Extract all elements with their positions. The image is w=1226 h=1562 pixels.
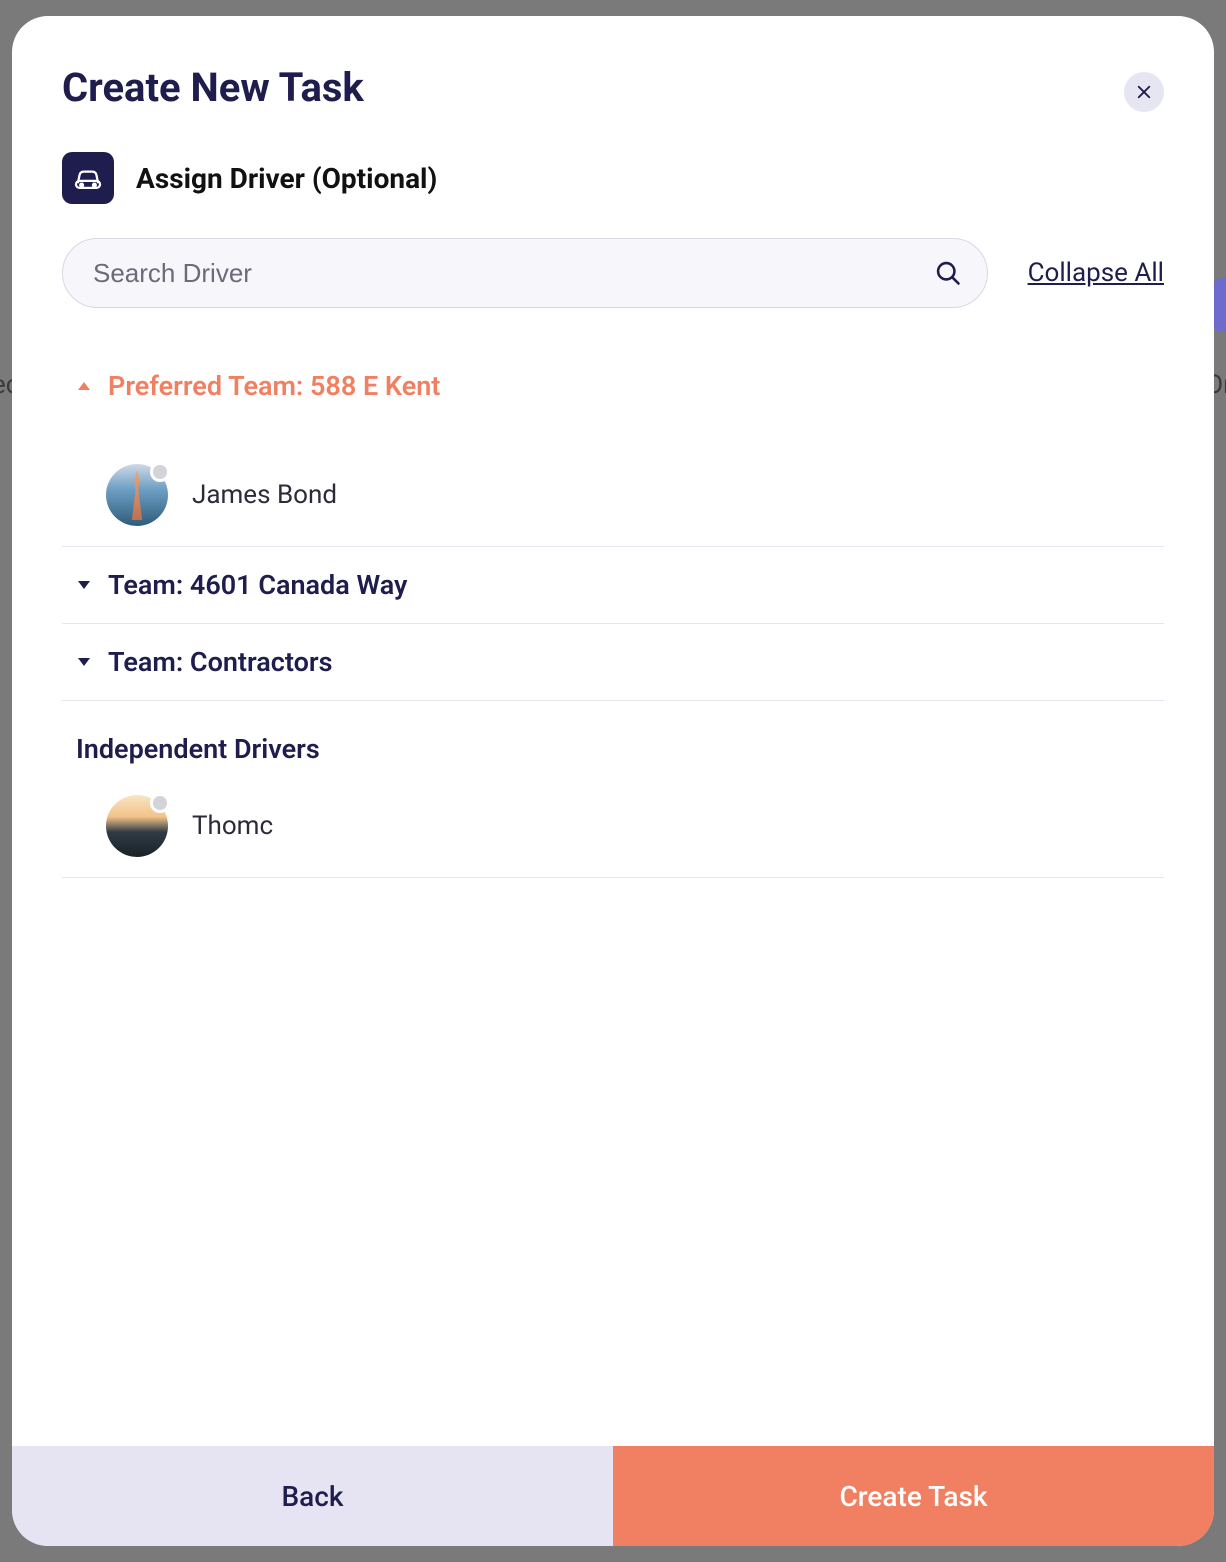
caret-down-icon xyxy=(76,577,92,593)
car-icon-box xyxy=(62,152,114,204)
team-label: Team: 4601 Canada Way xyxy=(108,569,407,601)
back-button[interactable]: Back xyxy=(12,1446,613,1546)
driver-list: Preferred Team: 588 E Kent James Bond Te… xyxy=(12,308,1214,1446)
collapse-all-link[interactable]: Collapse All xyxy=(1028,258,1164,288)
search-wrap xyxy=(62,238,988,308)
team-label: Preferred Team: 588 E Kent xyxy=(108,370,440,402)
create-task-modal: Create New Task Assign Driver (Optional)… xyxy=(12,16,1214,1546)
search-row: Collapse All xyxy=(12,204,1214,308)
team-row[interactable]: Team: Contractors xyxy=(62,624,1164,701)
search-input[interactable] xyxy=(62,238,988,308)
car-icon xyxy=(71,161,105,195)
driver-row[interactable]: James Bond xyxy=(62,444,1164,547)
caret-up-icon xyxy=(76,378,92,394)
independent-section: Independent Drivers xyxy=(62,701,1164,775)
background-accent-bar xyxy=(1212,278,1226,332)
modal-header: Create New Task xyxy=(12,16,1214,112)
driver-name: James Bond xyxy=(192,480,337,510)
avatar-wrap xyxy=(106,464,168,526)
modal-footer: Back Create Task xyxy=(12,1446,1214,1546)
close-button[interactable] xyxy=(1124,72,1164,112)
team-row[interactable]: Team: 4601 Canada Way xyxy=(62,547,1164,624)
avatar-wrap xyxy=(106,795,168,857)
section-header: Assign Driver (Optional) xyxy=(12,112,1214,204)
team-row-preferred[interactable]: Preferred Team: 588 E Kent xyxy=(62,348,1164,424)
caret-down-icon xyxy=(76,654,92,670)
close-icon xyxy=(1135,83,1153,101)
driver-row[interactable]: Thomc xyxy=(62,775,1164,878)
team-label: Team: Contractors xyxy=(108,646,332,678)
search-icon xyxy=(934,259,962,287)
section-title: Assign Driver (Optional) xyxy=(136,162,437,195)
independent-label: Independent Drivers xyxy=(76,733,320,765)
modal-title: Create New Task xyxy=(62,64,364,111)
status-dot xyxy=(150,462,170,482)
create-task-button[interactable]: Create Task xyxy=(613,1446,1214,1546)
driver-name: Thomc xyxy=(192,811,273,841)
status-dot xyxy=(150,793,170,813)
